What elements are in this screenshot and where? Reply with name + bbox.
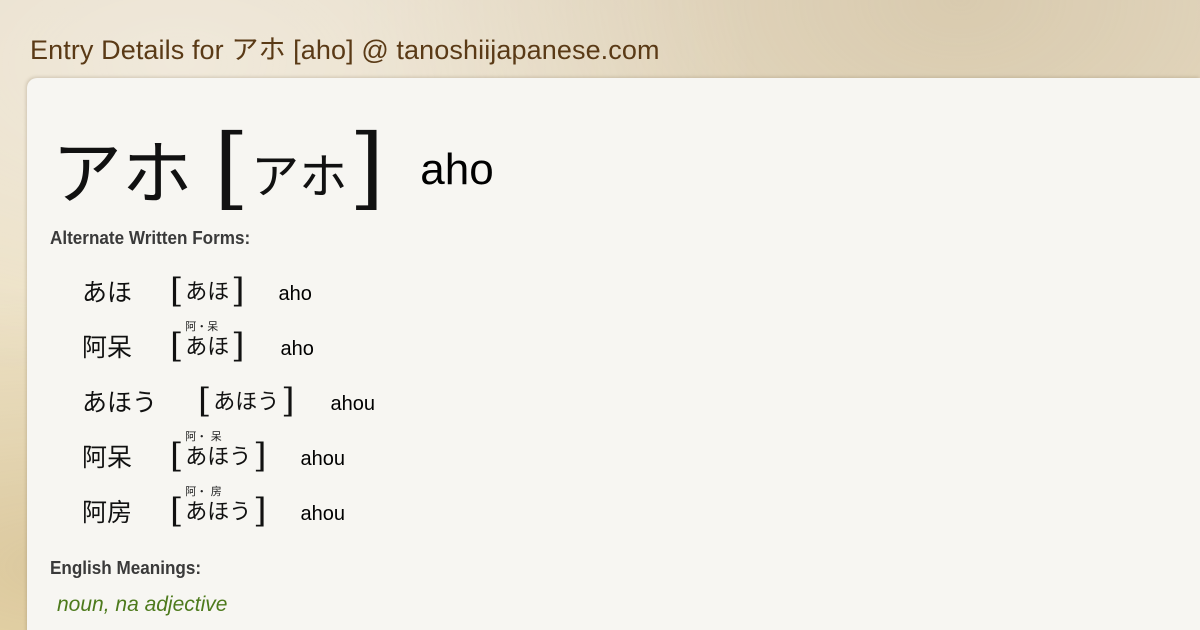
alternate-reading: あほ: [185, 280, 230, 305]
alternate-reading-group: 阿・呆 あほ: [183, 320, 231, 365]
reading-close-bracket: ]: [231, 326, 245, 366]
alternate-reading: あほう: [185, 500, 252, 525]
alternate-reading-group: 阿・ 呆 あほう: [183, 430, 253, 475]
furigana: 阿・ 呆: [185, 430, 222, 443]
reading-open-bracket: [: [170, 326, 184, 366]
reading-close-bracket: ]: [253, 436, 267, 476]
page-title: Entry Details for アホ [aho] @ tanoshiijap…: [30, 35, 660, 65]
alternate-reading: あほ: [185, 335, 230, 360]
headword-romaji: aho: [420, 145, 494, 194]
part-of-speech: noun, na adjective: [57, 593, 228, 616]
alternate-form: 阿呆: [82, 333, 133, 362]
alternate-form: あほ: [82, 278, 133, 307]
alternate-romaji: ahou: [300, 503, 346, 525]
alternate-form: 阿房: [82, 498, 133, 527]
reading-open-bracket: [: [170, 436, 184, 476]
alternate-form: あほう: [82, 388, 158, 417]
reading-open-bracket: [: [170, 271, 184, 311]
alternate-reading-group: あほう: [211, 386, 281, 420]
alternate-romaji: aho: [280, 338, 314, 360]
reading-open-bracket: [: [198, 381, 212, 421]
alternate-reading: あほう: [213, 390, 280, 415]
alternate-reading-group: あほ: [183, 276, 231, 310]
alternate-form-row: 阿呆 [ 阿・呆 あほ ] aho: [82, 320, 314, 366]
alternate-reading-group: 阿・ 房 あほう: [183, 485, 253, 530]
furigana: 阿・呆: [185, 320, 219, 333]
headword-text: アホ: [52, 132, 192, 215]
alternate-form-row: 阿房 [ 阿・ 房 あほう ] ahou: [82, 485, 346, 531]
alternate-romaji: ahou: [330, 393, 376, 415]
alternate-reading: あほう: [185, 445, 252, 470]
furigana: 阿・ 房: [185, 485, 222, 498]
alternate-forms-label: Alternate Written Forms:: [50, 228, 251, 248]
reading-open-bracket: [: [170, 491, 184, 531]
reading-close-bracket: ]: [281, 381, 295, 421]
english-meanings-label: English Meanings:: [50, 558, 202, 578]
headword-reading: アホ: [251, 149, 348, 205]
entry-headword: アホ [ アホ ] aho: [52, 118, 494, 218]
alternate-romaji: ahou: [300, 448, 346, 470]
alternate-form: 阿呆: [82, 443, 133, 472]
alternate-form-row: 阿呆 [ 阿・ 呆 あほう ] ahou: [82, 430, 346, 476]
alternate-romaji: aho: [278, 283, 312, 305]
alternate-form-row: あほう [ あほう ] ahou: [82, 380, 375, 420]
alternate-form-row: あほ [ あほ ] aho: [82, 270, 312, 310]
reading-close-bracket: ]: [231, 271, 245, 311]
reading-close-bracket: ]: [349, 115, 385, 220]
reading-open-bracket: [: [214, 115, 250, 220]
reading-close-bracket: ]: [253, 491, 267, 531]
